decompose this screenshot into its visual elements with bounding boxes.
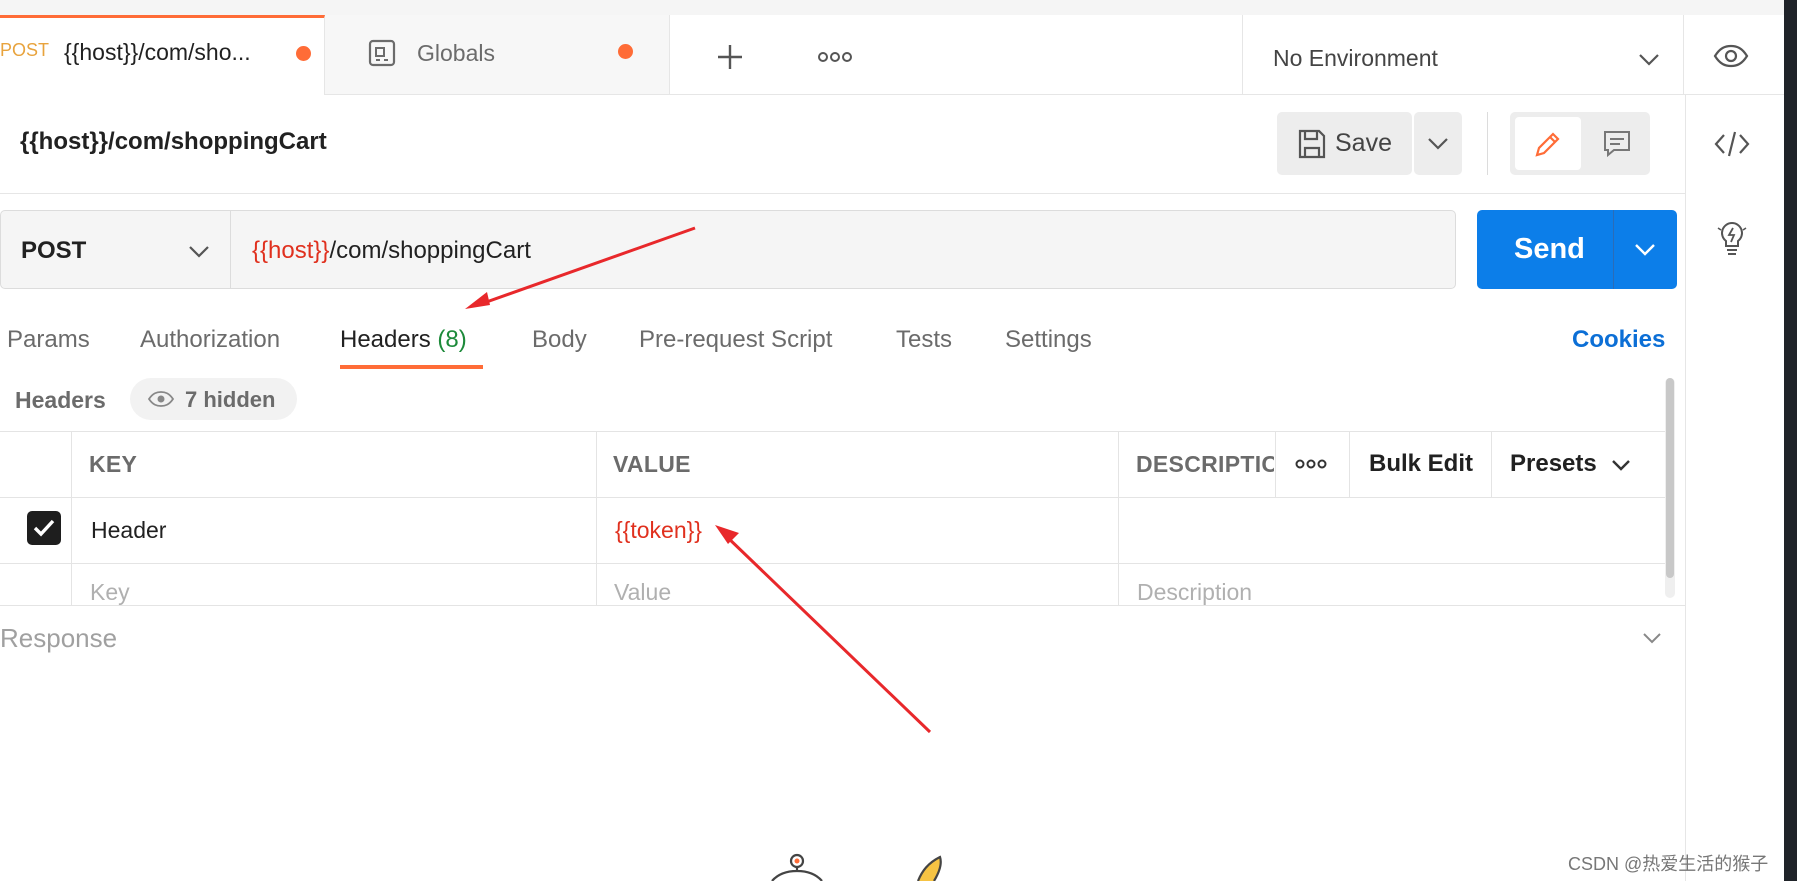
send-button[interactable]: Send bbox=[1477, 210, 1613, 289]
chevron-down-icon bbox=[188, 245, 210, 259]
window-edge bbox=[1784, 0, 1797, 881]
tab-method-label: POST bbox=[0, 40, 50, 60]
headers-section-label: Headers bbox=[15, 387, 106, 413]
watermark-text: CSDN @热爱生活的猴子 bbox=[1568, 854, 1769, 874]
url-input[interactable]: {{host}}/com/shoppingCart bbox=[232, 210, 1454, 289]
column-header-key: KEY bbox=[89, 451, 138, 477]
comment-icon bbox=[1602, 129, 1632, 159]
toolbar-divider bbox=[1487, 112, 1488, 175]
column-header-value: VALUE bbox=[613, 451, 691, 477]
col-divider bbox=[596, 431, 597, 605]
chevron-down-icon bbox=[1634, 243, 1656, 257]
headers-scrollbar-track[interactable] bbox=[1665, 378, 1675, 598]
checkmark-icon bbox=[33, 519, 55, 537]
headers-count-badge: (8) bbox=[437, 326, 467, 353]
new-value-input[interactable]: Value bbox=[614, 579, 671, 606]
presets-dropdown[interactable]: Presets bbox=[1510, 450, 1660, 480]
hidden-headers-label: 7 hidden bbox=[185, 387, 276, 412]
col-divider bbox=[1275, 431, 1276, 497]
arrowhead-icon bbox=[715, 525, 739, 544]
tab-headers[interactable]: Headers (8) bbox=[340, 326, 467, 354]
tab-settings[interactable]: Settings bbox=[1005, 326, 1092, 354]
response-section-label[interactable]: Response bbox=[0, 623, 117, 654]
new-tab-plus-icon[interactable] bbox=[715, 42, 745, 72]
unsaved-dot-icon bbox=[296, 46, 311, 61]
unsaved-dot-icon bbox=[618, 44, 633, 59]
tab-title: Globals bbox=[417, 40, 495, 66]
header-row-checkbox[interactable] bbox=[27, 511, 61, 545]
tab-pre-request-script[interactable]: Pre-request Script bbox=[639, 326, 832, 354]
send-label: Send bbox=[1514, 233, 1585, 265]
more-tabs-icon[interactable] bbox=[818, 50, 852, 64]
column-options-icon[interactable] bbox=[1295, 458, 1327, 470]
bulk-edit-button[interactable]: Bulk Edit bbox=[1369, 450, 1473, 478]
header-key-cell[interactable]: Header bbox=[91, 517, 166, 544]
save-label: Save bbox=[1335, 129, 1392, 157]
request-title[interactable]: {{host}}/com/shoppingCart bbox=[20, 128, 327, 156]
environment-quick-look[interactable] bbox=[1683, 15, 1785, 94]
arrow-to-token-value bbox=[723, 533, 932, 734]
table-bottom-border bbox=[0, 605, 1685, 606]
title-divider bbox=[0, 193, 1685, 194]
save-icon bbox=[1297, 128, 1327, 160]
chevron-down-icon[interactable] bbox=[1642, 632, 1662, 645]
right-sidebar-divider bbox=[1685, 95, 1686, 881]
header-value-cell[interactable]: {{token}} bbox=[615, 517, 702, 544]
tab-headers-label: Headers bbox=[340, 326, 431, 353]
lightbulb-icon[interactable] bbox=[1716, 220, 1748, 256]
code-snippet-icon[interactable] bbox=[1714, 130, 1750, 158]
tab-params[interactable]: Params bbox=[7, 326, 90, 354]
comments-mode-button[interactable] bbox=[1590, 117, 1645, 170]
url-variable: {{host}} bbox=[252, 237, 330, 264]
cookies-link[interactable]: Cookies bbox=[1572, 326, 1665, 354]
method-label: POST bbox=[21, 237, 87, 264]
new-description-input[interactable]: Description bbox=[1137, 579, 1252, 606]
col-divider bbox=[1349, 431, 1350, 497]
save-options-button[interactable] bbox=[1414, 112, 1462, 175]
tab-body[interactable]: Body bbox=[532, 326, 587, 354]
globals-icon bbox=[367, 38, 399, 70]
col-divider bbox=[1491, 431, 1492, 497]
view-mode-toggle bbox=[1510, 112, 1650, 175]
table-row-border bbox=[0, 563, 1667, 564]
url-path: /com/shoppingCart bbox=[329, 237, 531, 264]
method-select[interactable]: POST bbox=[0, 210, 230, 289]
hidden-headers-toggle[interactable]: 7 hidden bbox=[130, 378, 297, 420]
arrowhead-icon bbox=[465, 292, 490, 309]
save-button[interactable]: Save bbox=[1277, 112, 1412, 175]
pencil-icon bbox=[1533, 129, 1563, 159]
environment-label: No Environment bbox=[1273, 45, 1438, 71]
chevron-down-icon bbox=[1611, 459, 1631, 472]
chevron-down-icon bbox=[1638, 53, 1660, 67]
tab-title: {{host}}/com/sho... bbox=[64, 39, 251, 65]
table-header-border bbox=[0, 497, 1667, 498]
new-key-input[interactable]: Key bbox=[90, 579, 130, 606]
col-divider bbox=[71, 431, 72, 605]
environment-selector[interactable]: No Environment bbox=[1242, 15, 1684, 94]
edit-mode-button[interactable] bbox=[1515, 117, 1581, 170]
active-tab-indicator bbox=[340, 365, 483, 369]
send-options-button[interactable] bbox=[1614, 210, 1677, 289]
headers-scrollbar-thumb[interactable] bbox=[1666, 378, 1674, 578]
col-divider bbox=[1118, 431, 1119, 605]
tab-request-shopping-cart[interactable]: POST {{host}}/com/sho... bbox=[0, 15, 325, 95]
tab-globals[interactable]: Globals bbox=[325, 15, 670, 94]
tab-authorization[interactable]: Authorization bbox=[140, 326, 280, 354]
presets-label: Presets bbox=[1510, 450, 1597, 477]
chevron-down-icon bbox=[1427, 137, 1449, 151]
column-header-description: DESCRIPTIC bbox=[1136, 451, 1274, 477]
window-top-strip bbox=[0, 0, 1797, 16]
method-url-divider bbox=[230, 210, 231, 289]
eye-icon bbox=[1713, 44, 1749, 68]
send-button-group: Send bbox=[1477, 210, 1677, 289]
table-top-border bbox=[0, 431, 1667, 432]
eye-icon bbox=[148, 391, 174, 407]
empty-state-illustration bbox=[760, 850, 980, 881]
tab-tests[interactable]: Tests bbox=[896, 326, 952, 354]
